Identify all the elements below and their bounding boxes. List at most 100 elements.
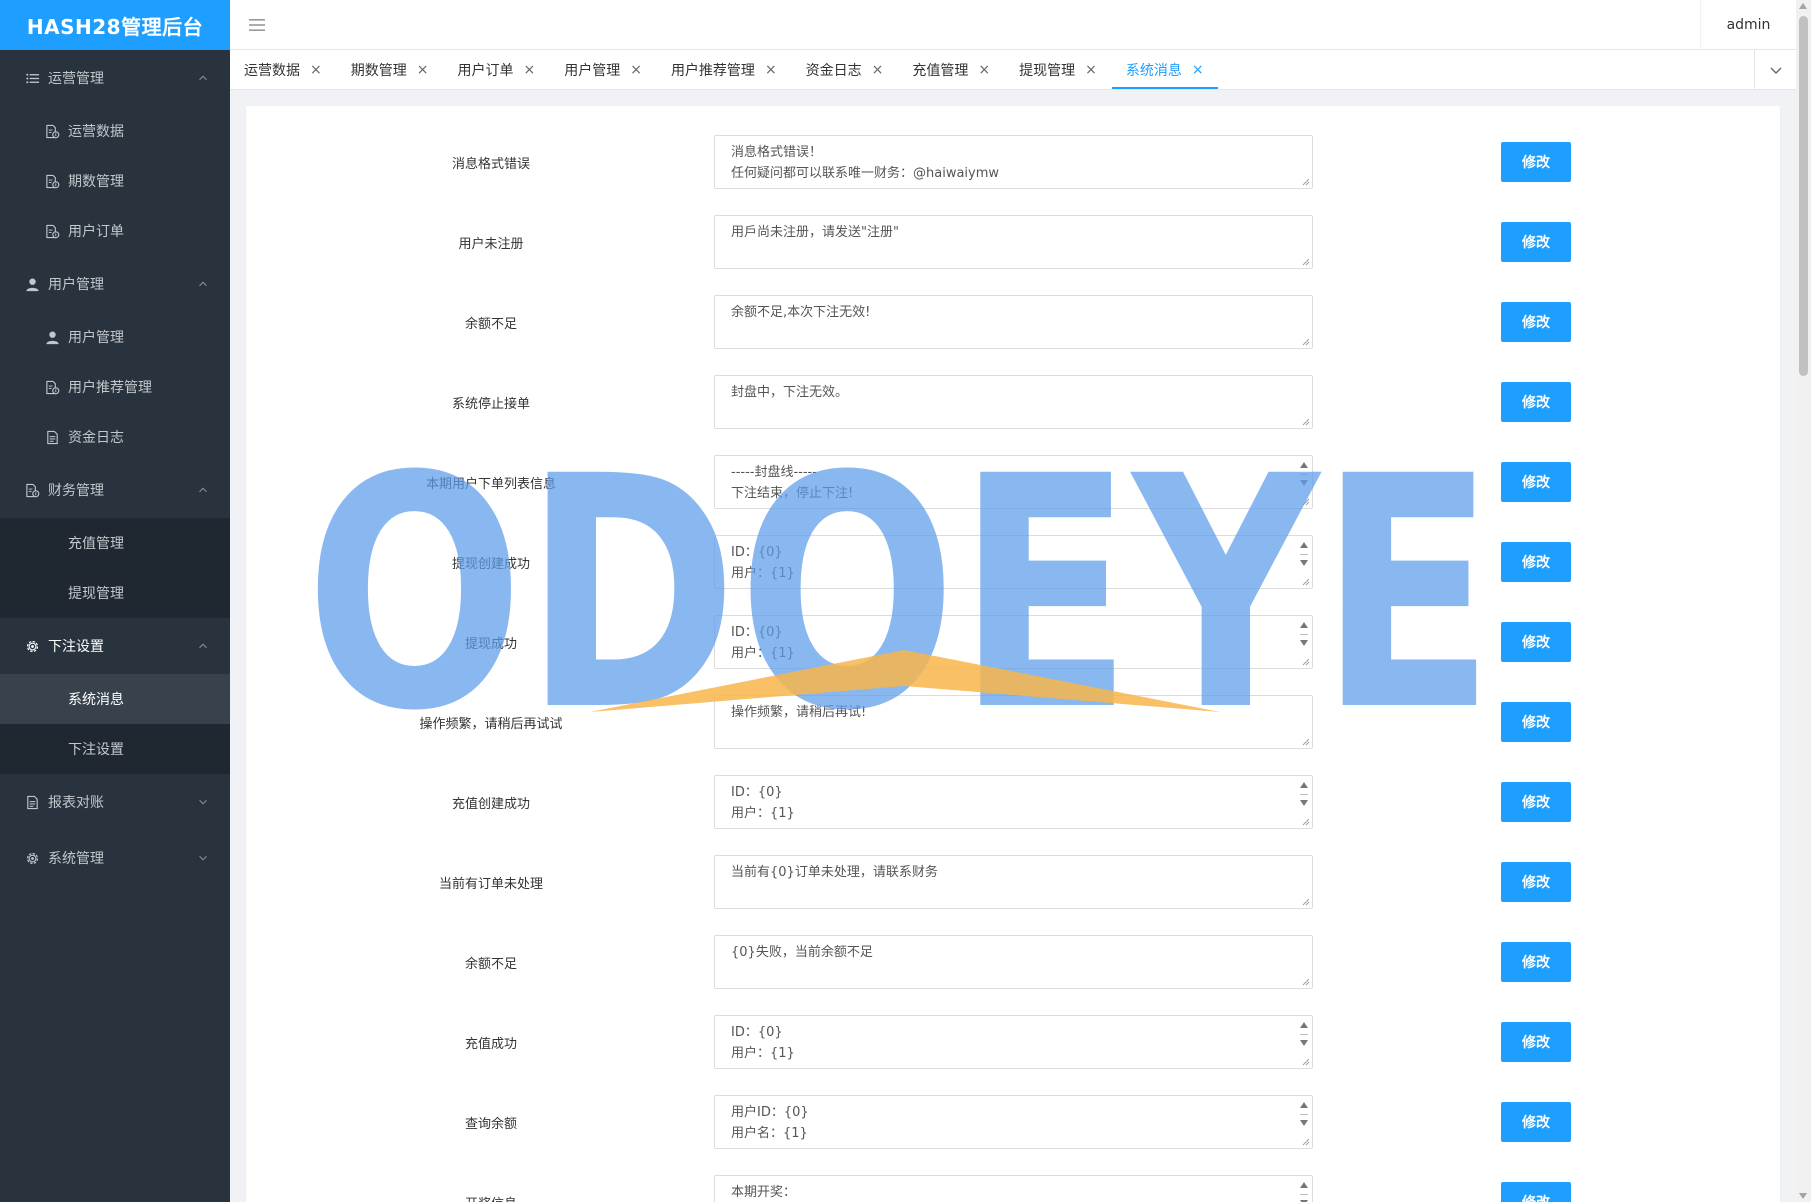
tab-5[interactable]: 资金日志 × [792, 50, 898, 89]
sidebar-group-3[interactable]: 下注设置 [0, 618, 230, 674]
message-label: 系统停止接单 [451, 396, 530, 412]
resize-handle-icon[interactable] [1302, 898, 1310, 906]
modify-button[interactable]: 修改 [1501, 542, 1571, 582]
resize-handle-icon[interactable] [1302, 738, 1310, 746]
sidebar-group-1[interactable]: 用户管理 [0, 256, 230, 312]
resize-handle-icon[interactable] [1302, 258, 1310, 266]
modify-button[interactable]: 修改 [1501, 222, 1571, 262]
tabs-more-button[interactable] [1754, 50, 1796, 90]
message-textarea[interactable]: 余额不足,本次下注无效! [714, 295, 1313, 349]
modify-button[interactable]: 修改 [1501, 302, 1571, 342]
resize-handle-icon[interactable] [1302, 978, 1310, 986]
close-icon[interactable]: × [417, 62, 429, 78]
message-text-line: 消息格式错误！ [731, 145, 823, 160]
message-textarea[interactable]: ID：{0} 用户：{1} [714, 1015, 1313, 1069]
modify-button[interactable]: 修改 [1501, 942, 1571, 982]
message-textarea[interactable]: 本期开奖： [714, 1175, 1313, 1202]
tab-2[interactable]: 用户订单 × [443, 50, 549, 89]
sidebar-item-1-2[interactable]: 资金日志 [0, 412, 230, 462]
close-icon[interactable]: × [765, 62, 777, 78]
resize-handle-icon[interactable] [1302, 1058, 1310, 1066]
sidebar-group-2[interactable]: 财务管理 [0, 462, 230, 518]
tab-0[interactable]: 运营数据 × [230, 50, 336, 89]
sidebar-item-0-1[interactable]: 期数管理 [0, 156, 230, 206]
sidebar-item-2-0[interactable]: 充值管理 [0, 518, 230, 568]
user-menu[interactable]: admin [1700, 0, 1796, 50]
resize-handle-icon[interactable] [1302, 338, 1310, 346]
close-icon[interactable]: × [1192, 62, 1204, 78]
modify-button[interactable]: 修改 [1501, 1022, 1571, 1062]
sidebar-group-0[interactable]: 运营管理 [0, 50, 230, 106]
message-textarea[interactable]: 用户ID：{0} 用户名：{1} [714, 1095, 1313, 1149]
modify-button[interactable]: 修改 [1501, 622, 1571, 662]
resize-handle-icon[interactable] [1302, 1138, 1310, 1146]
hamburger-icon[interactable] [248, 16, 266, 34]
message-label: 充值成功 [464, 1036, 517, 1052]
message-textarea[interactable]: 封盘中，下注无效。 [714, 375, 1313, 429]
message-text-line: 封盘中，下注无效。 [731, 385, 849, 400]
message-textarea[interactable]: ID：{0} 用户：{1} [714, 615, 1313, 669]
tab-4[interactable]: 用户推荐管理 × [657, 50, 791, 89]
message-textarea[interactable]: 用戶尚未注册，请发送"注册" [714, 215, 1313, 269]
close-icon[interactable]: × [523, 62, 535, 78]
close-icon[interactable]: × [310, 62, 322, 78]
textarea-scroll-arrows-icon[interactable] [1298, 780, 1310, 812]
message-text-line: 用户：{1} [731, 646, 795, 661]
sidebar-group-4[interactable]: 报表对账 [0, 774, 230, 830]
chevron-down-icon [196, 851, 210, 865]
message-textarea[interactable]: {0}失败，当前余额不足 [714, 935, 1313, 989]
tab-6[interactable]: 充值管理 × [898, 50, 1004, 89]
resize-handle-icon[interactable] [1302, 578, 1310, 586]
doc-icon [44, 173, 60, 189]
modify-button[interactable]: 修改 [1501, 142, 1571, 182]
message-textarea[interactable]: 消息格式错误！ 任何疑问都可以联系唯一财务：@haiwaiymw [714, 135, 1313, 189]
close-icon[interactable]: × [630, 62, 642, 78]
close-icon[interactable]: × [1085, 62, 1097, 78]
brand-title[interactable]: HASH28管理后台 [0, 0, 230, 50]
resize-handle-icon[interactable] [1302, 818, 1310, 826]
sidebar-item-1-0[interactable]: 用户管理 [0, 312, 230, 362]
modify-button[interactable]: 修改 [1501, 382, 1571, 422]
resize-handle-icon[interactable] [1302, 498, 1310, 506]
sidebar-item-0-0[interactable]: 运营数据 [0, 106, 230, 156]
sidebar-group-5[interactable]: 系统管理 [0, 830, 230, 886]
sidebar-item-3-0[interactable]: 系统消息 [0, 674, 230, 724]
modify-button[interactable]: 修改 [1501, 862, 1571, 902]
page-scrollbar[interactable] [1796, 0, 1811, 1202]
scroll-down-arrow-icon[interactable] [1799, 1193, 1807, 1199]
tab-7[interactable]: 提现管理 × [1005, 50, 1111, 89]
message-text-line: 下注结束，停止下注! [731, 486, 854, 501]
resize-handle-icon[interactable] [1302, 418, 1310, 426]
sidebar-item-1-1[interactable]: 用户推荐管理 [0, 362, 230, 412]
modify-button[interactable]: 修改 [1501, 702, 1571, 742]
textarea-scroll-arrows-icon[interactable] [1298, 620, 1310, 652]
message-textarea[interactable]: ID：{0} 用户：{1} [714, 775, 1313, 829]
tab-3[interactable]: 用户管理 × [550, 50, 656, 89]
tab-label: 充值管理 [912, 62, 969, 79]
textarea-scroll-arrows-icon[interactable] [1298, 1100, 1310, 1132]
scroll-up-arrow-icon[interactable] [1799, 3, 1807, 9]
textarea-scroll-arrows-icon[interactable] [1298, 540, 1310, 572]
close-icon[interactable]: × [872, 62, 884, 78]
tab-8[interactable]: 系统消息 × [1111, 50, 1218, 89]
tab-1[interactable]: 期数管理 × [337, 50, 443, 89]
sidebar-group-label: 财务管理 [48, 483, 104, 499]
message-textarea[interactable]: -----封盘线----- 下注结束，停止下注! [714, 455, 1313, 509]
resize-handle-icon[interactable] [1302, 178, 1310, 186]
sidebar-item-3-1[interactable]: 下注设置 [0, 724, 230, 774]
modify-button[interactable]: 修改 [1501, 1102, 1571, 1142]
sidebar-item-0-2[interactable]: 用户订单 [0, 206, 230, 256]
modify-button[interactable]: 修改 [1501, 1182, 1571, 1202]
textarea-scroll-arrows-icon[interactable] [1298, 1020, 1310, 1052]
close-icon[interactable]: × [978, 62, 990, 78]
message-textarea[interactable]: 当前有{0}订单未处理，请联系财务 [714, 855, 1313, 909]
resize-handle-icon[interactable] [1302, 658, 1310, 666]
message-textarea[interactable]: 操作频繁，请稍后再试! [714, 695, 1313, 749]
textarea-scroll-arrows-icon[interactable] [1298, 460, 1310, 492]
scroll-thumb[interactable] [1799, 16, 1808, 376]
modify-button[interactable]: 修改 [1501, 462, 1571, 502]
textarea-scroll-arrows-icon[interactable] [1298, 1180, 1310, 1202]
modify-button[interactable]: 修改 [1501, 782, 1571, 822]
message-textarea[interactable]: ID：{0} 用户：{1} [714, 535, 1313, 589]
sidebar-item-2-1[interactable]: 提现管理 [0, 568, 230, 618]
